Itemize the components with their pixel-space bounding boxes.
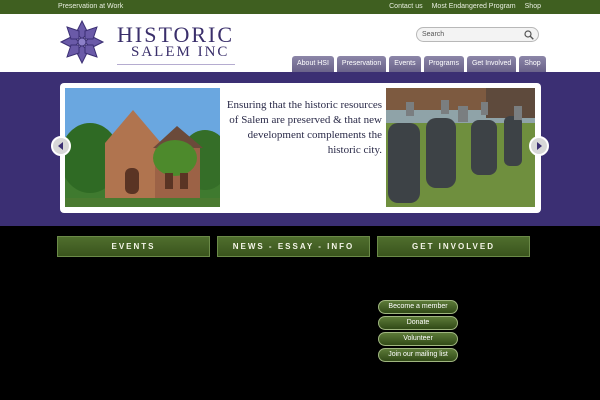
become-member-button[interactable]: Become a member <box>378 300 458 314</box>
logo-flower-icon[interactable] <box>59 19 105 65</box>
hero-statement: Ensuring that the historic resources of … <box>226 99 382 156</box>
chevron-right-icon <box>537 142 542 150</box>
tab-get-involved[interactable]: Get Involved <box>466 56 517 72</box>
mailing-list-button[interactable]: Join our mailing list <box>378 348 458 362</box>
slider-next-button[interactable] <box>529 136 549 156</box>
tab-events[interactable]: Events <box>389 56 421 72</box>
tab-shop[interactable]: Shop <box>519 56 546 72</box>
contact-us-link[interactable]: Contact us <box>389 0 422 14</box>
events-column: EVENTS <box>57 236 210 257</box>
search-icon[interactable] <box>524 30 534 40</box>
slider-prev-button[interactable] <box>51 136 71 156</box>
graveyard-photo <box>386 88 535 207</box>
volunteer-button[interactable]: Volunteer <box>378 332 458 346</box>
chevron-left-icon <box>58 142 63 150</box>
tagline: Preservation at Work <box>58 3 124 10</box>
news-column: NEWS - ESSAY - INFO <box>217 236 370 257</box>
get-involved-column: GET INVOLVED <box>377 236 530 257</box>
search-placeholder: Search <box>422 31 445 38</box>
tab-programs[interactable]: Programs <box>423 56 464 72</box>
tab-about-hsi[interactable]: About HSI <box>292 56 334 72</box>
logo-underline <box>117 64 235 65</box>
most-endangered-link[interactable]: Most Endangered Program <box>432 0 516 14</box>
shop-top-link[interactable]: Shop <box>525 0 541 14</box>
top-links: Contact us Most Endangered Program Shop <box>389 0 541 14</box>
top-bar: Preservation at Work Contact us Most End… <box>0 0 600 14</box>
news-heading: NEWS - ESSAY - INFO <box>217 236 370 257</box>
church-photo <box>65 88 220 207</box>
donate-button[interactable]: Donate <box>378 316 458 330</box>
logo-subtitle[interactable]: SALEM INC <box>131 44 229 61</box>
get-involved-heading: GET INVOLVED <box>377 236 530 257</box>
main-nav: About HSI Preservation Events Programs G… <box>292 56 546 72</box>
search-input[interactable]: Search <box>416 27 539 42</box>
events-heading: EVENTS <box>57 236 210 257</box>
tab-preservation[interactable]: Preservation <box>336 56 387 72</box>
